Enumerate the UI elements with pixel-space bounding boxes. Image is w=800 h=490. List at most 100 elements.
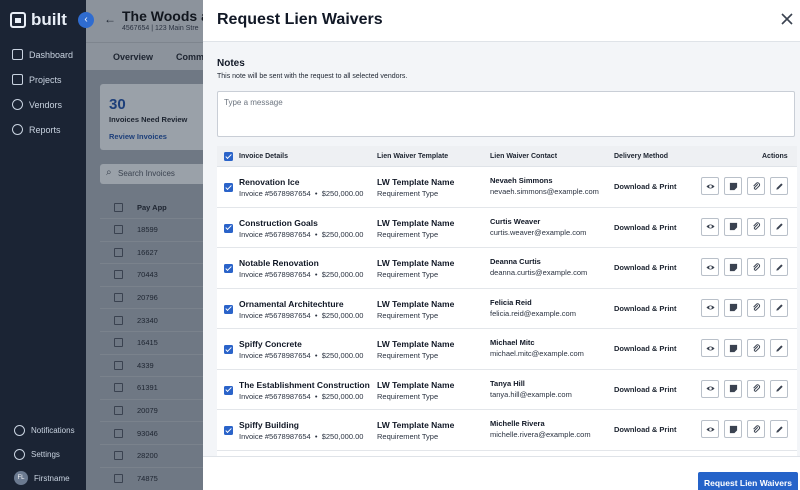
table-row[interactable]: 74875 [100,466,210,490]
collapse-sidebar-button[interactable]: ‹ [78,12,94,28]
row-checkbox[interactable] [114,383,123,393]
row-checkbox[interactable] [114,406,123,416]
note-button[interactable]: note-icon [724,420,742,438]
delivery-method[interactable]: Download & Print [614,182,677,191]
attachment-button[interactable]: attachment-icon [747,298,765,317]
view-button[interactable]: view-icon [701,298,719,317]
attachment-button[interactable]: attachment-icon [747,379,765,398]
delivery-method[interactable]: Download & Print [614,344,677,353]
delivery-method[interactable]: Download & Print [614,425,677,434]
sidebar-item-reports[interactable]: Reports [0,117,86,142]
table-row[interactable]: 4339 [100,353,210,377]
contact-email: michael.mitc@example.com [490,349,584,358]
sidebar-item-projects[interactable]: Projects [0,67,86,92]
attachment-button[interactable]: attachment-icon [747,420,765,438]
row-checkbox[interactable] [114,270,123,280]
table-row: Ornamental Architechture Invoice #5678987… [217,288,797,329]
delivery-method[interactable]: Download & Print [614,385,677,394]
table-row[interactable]: 20796 [100,285,210,309]
edit-button[interactable]: edit-icon [770,258,788,276]
attachment-button[interactable]: attachment-icon [747,339,765,357]
tab-commitments[interactable]: Commi [176,52,207,62]
attachment-button[interactable]: attachment-icon [747,177,765,195]
row-checkbox[interactable] [224,426,233,435]
template-name[interactable]: LW Template Name [377,339,454,349]
table-row[interactable]: 61391 [100,376,210,399]
edit-button[interactable]: edit-icon [770,217,788,236]
row-checkbox[interactable] [114,338,123,348]
separator: • [310,432,322,441]
template-name[interactable]: LW Template Name [377,177,454,187]
sidebar-item-notifications[interactable]: Notifications [0,418,86,442]
sidebar-item-vendors[interactable]: Vendors [0,92,86,117]
edit-button[interactable]: edit-icon [770,420,788,438]
invoice-details: Invoice #5678987654 • $250,000.00 [239,311,363,320]
row-checkbox[interactable] [224,223,233,233]
select-all-checkbox[interactable] [224,152,233,161]
note-button[interactable]: note-icon [724,298,742,317]
row-checkbox[interactable] [114,451,123,461]
review-invoices-link[interactable]: Review Invoices [109,132,167,141]
view-button[interactable]: view-icon [701,258,719,276]
attachment-button[interactable]: attachment-icon [747,258,765,276]
table-row[interactable]: 18599 [100,218,210,241]
template-name[interactable]: LW Template Name [377,299,454,309]
view-button[interactable]: view-icon [701,339,719,357]
row-checkbox[interactable] [114,293,123,303]
close-icon[interactable] [780,12,794,26]
edit-button[interactable]: edit-icon [770,298,788,317]
note-button[interactable]: note-icon [724,217,742,236]
edit-button[interactable]: edit-icon [770,177,788,195]
template-name[interactable]: LW Template Name [377,380,454,390]
delivery-method[interactable]: Download & Print [614,223,677,232]
app-logo[interactable]: built [10,10,67,30]
edit-button[interactable]: edit-icon [770,339,788,357]
row-checkbox[interactable] [224,345,233,354]
table-row[interactable]: 16627 [100,240,210,264]
tab-overview[interactable]: Overview [113,52,153,62]
template-name[interactable]: LW Template Name [377,258,454,268]
row-checkbox[interactable] [224,264,233,273]
delivery-method[interactable]: Download & Print [614,263,677,272]
table-row[interactable]: 20079 [100,398,210,422]
view-button[interactable]: view-icon [701,379,719,398]
invoice-count: 30 [109,96,126,113]
row-checkbox[interactable] [114,225,123,235]
row-checkbox[interactable] [114,473,123,483]
search-input[interactable]: Search Invoices [100,164,210,184]
view-button[interactable]: view-icon [701,217,719,236]
table-row[interactable]: 16415 [100,330,210,354]
template-name[interactable]: LW Template Name [377,420,454,430]
note-button[interactable]: note-icon [724,258,742,276]
request-lien-waivers-button[interactable]: Request Lien Waivers [698,472,798,490]
select-all-checkbox[interactable] [114,202,123,212]
note-button[interactable]: note-icon [724,177,742,195]
note-button[interactable]: note-icon [724,379,742,398]
sidebar-item-dashboard[interactable]: Dashboard [0,42,86,67]
table-row[interactable]: 93046 [100,421,210,444]
invoice-amount: $250,000.00 [321,189,364,198]
table-row[interactable]: 70443 [100,263,210,286]
row-checkbox[interactable] [224,304,233,314]
row-checkbox[interactable] [224,385,233,395]
view-button[interactable]: view-icon [701,177,719,195]
back-arrow-icon[interactable]: ← [104,12,116,26]
row-checkbox[interactable] [114,247,123,257]
table-row[interactable]: 23340 [100,308,210,331]
invoice-number: Invoice #5678987654 [239,270,311,279]
edit-button[interactable]: edit-icon [770,379,788,398]
attachment-button[interactable]: attachment-icon [747,217,765,236]
table-row[interactable]: 28200 [100,443,210,467]
note-button[interactable]: note-icon [724,339,742,357]
row-checkbox[interactable] [114,315,123,325]
view-button[interactable]: view-icon [701,420,719,438]
row-checkbox[interactable] [114,360,123,370]
template-name[interactable]: LW Template Name [377,218,454,228]
delivery-method[interactable]: Download & Print [614,304,677,313]
user-menu[interactable]: FL Firstname [0,466,86,490]
row-checkbox[interactable] [224,183,233,192]
notes-input[interactable] [217,91,795,137]
row-checkbox[interactable] [114,428,123,438]
separator: • [310,229,322,239]
sidebar-item-settings[interactable]: Settings [0,442,86,466]
